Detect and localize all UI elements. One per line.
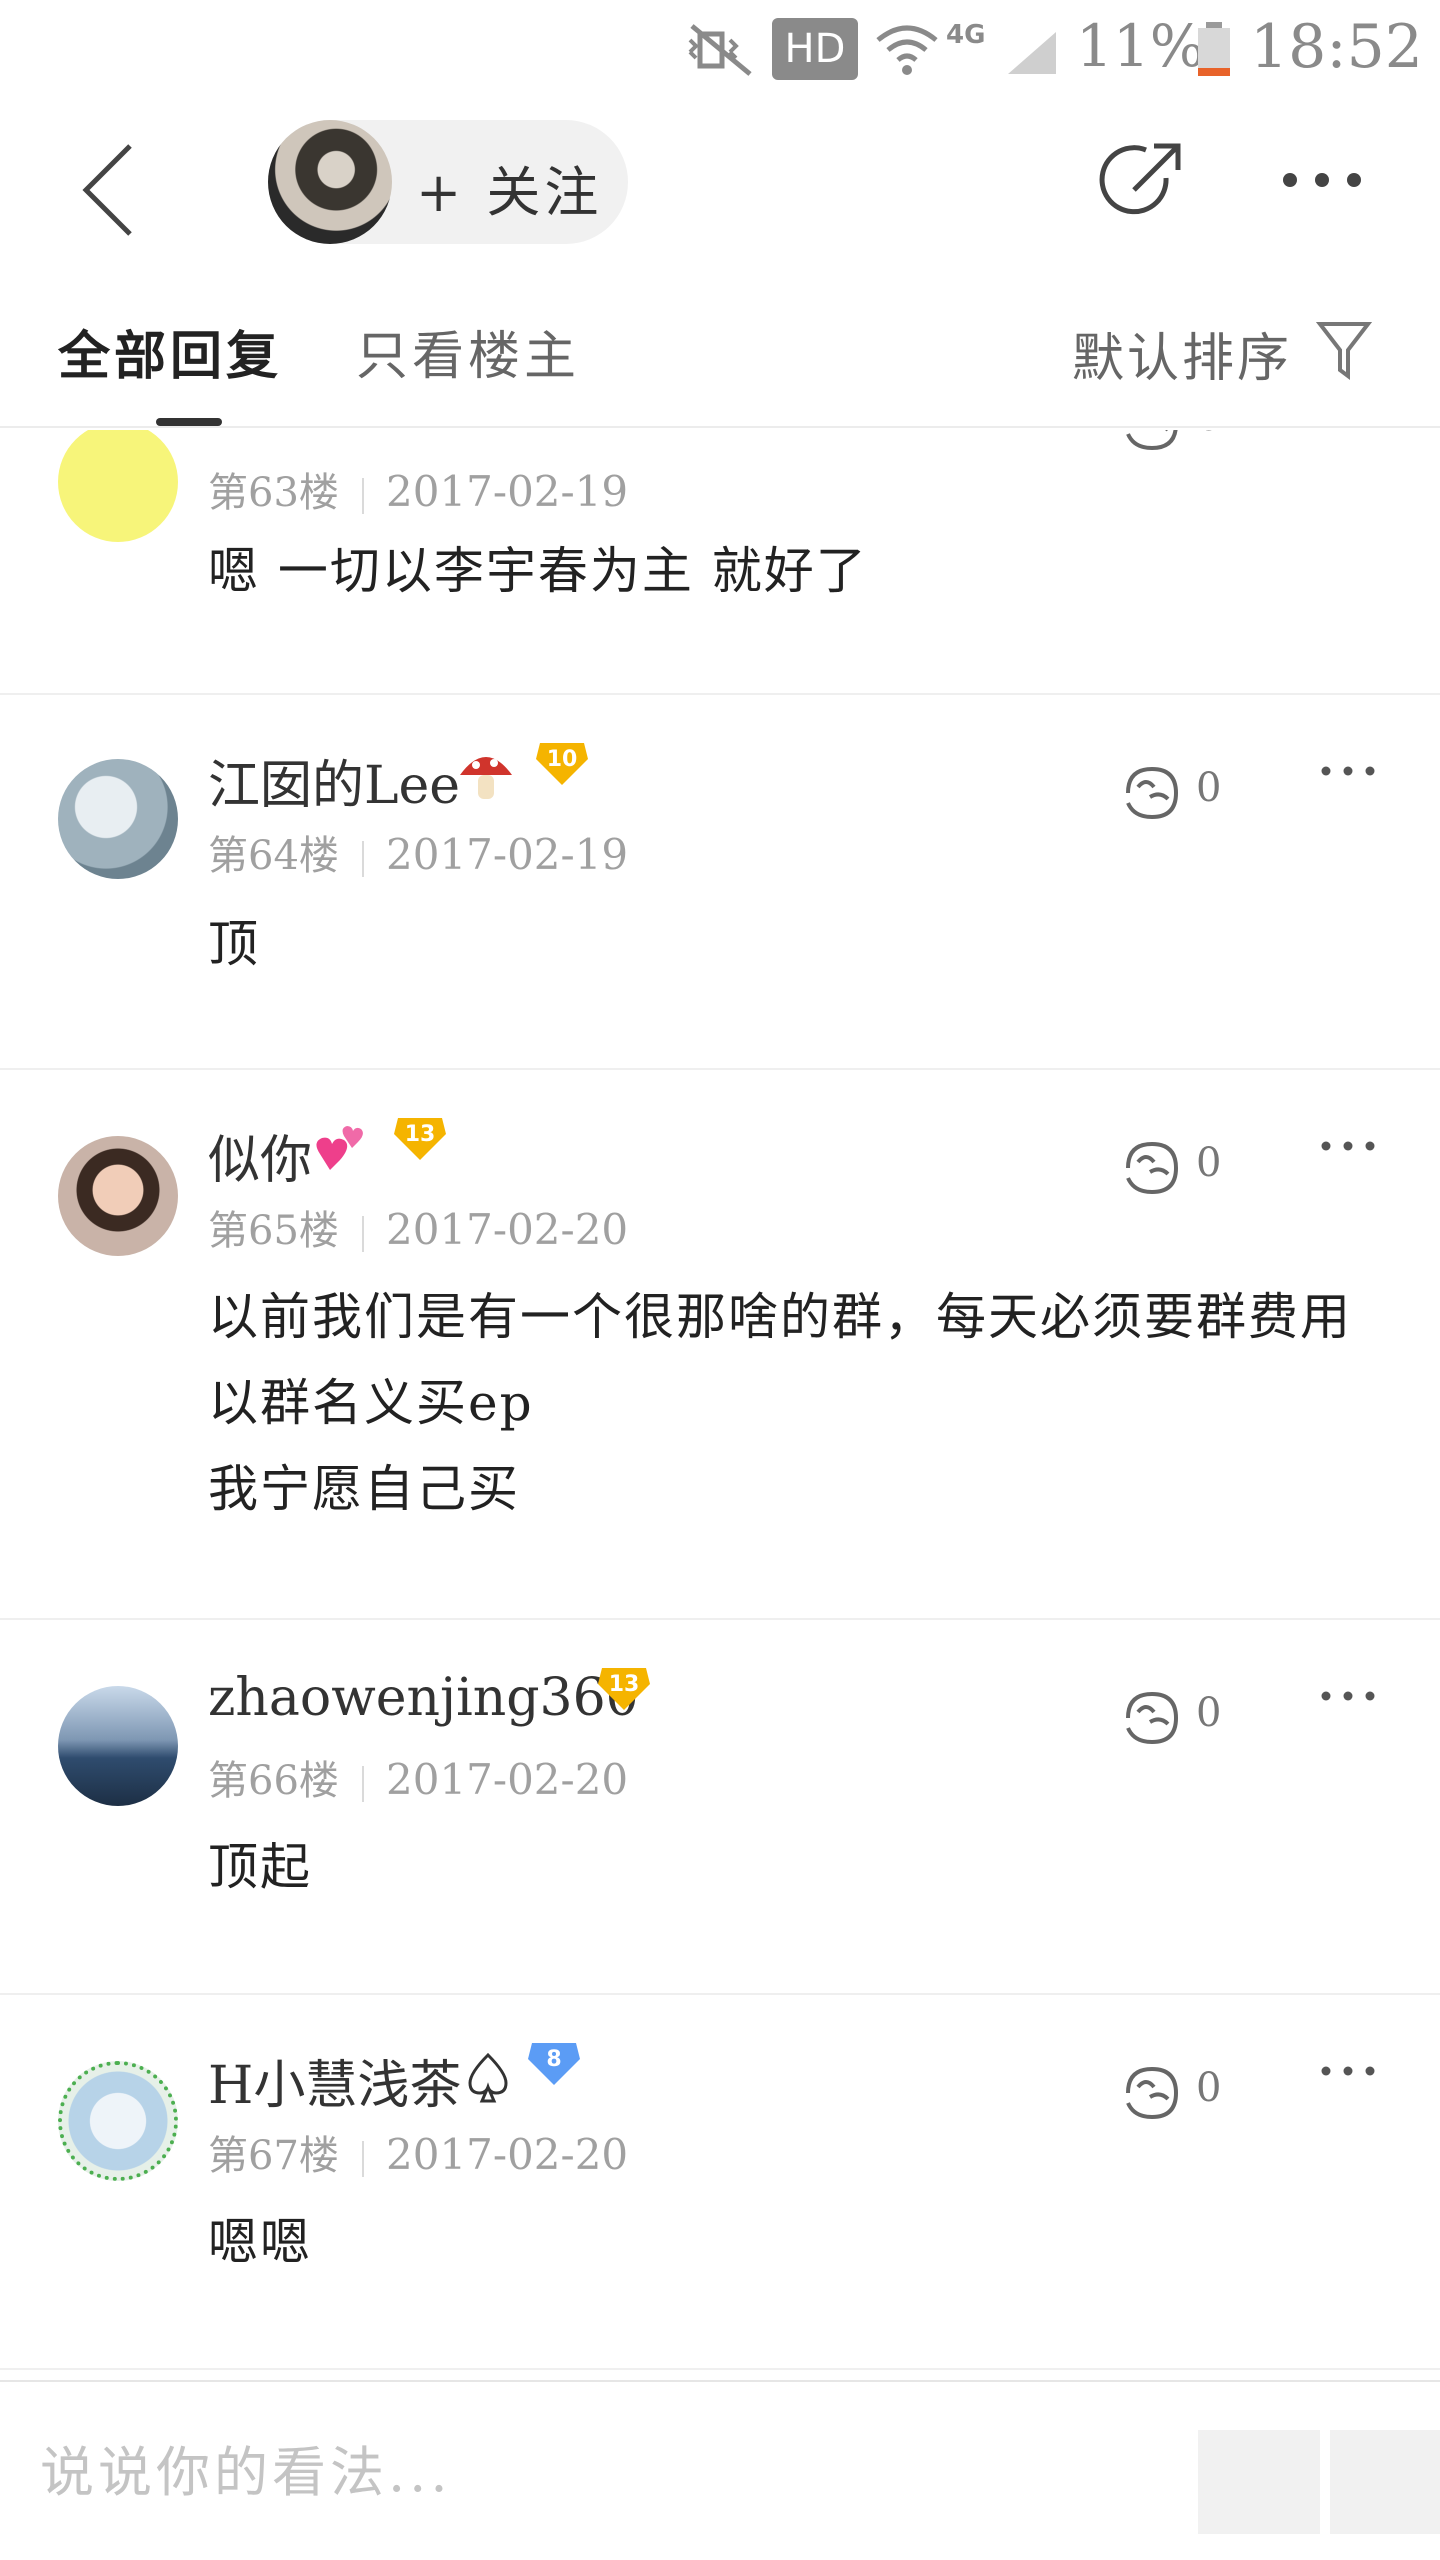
- user-avatar[interactable]: [58, 759, 178, 879]
- reply-content: 顶起: [208, 1824, 1388, 1910]
- level-badge: 8: [526, 2039, 582, 2089]
- reply-item: 0 第63楼 2017-02-19 嗯 一切以李宇春为主 就好了: [0, 430, 1440, 695]
- user-avatar[interactable]: [58, 1686, 178, 1806]
- battery-icon: [1198, 22, 1230, 76]
- tab-all-replies[interactable]: 全部回复: [58, 314, 282, 389]
- emoji-button[interactable]: [1198, 2430, 1320, 2534]
- like-icon[interactable]: [1120, 763, 1184, 823]
- author-avatar[interactable]: [268, 120, 392, 244]
- username[interactable]: 似你: [208, 1118, 312, 1193]
- like-icon[interactable]: [1120, 1138, 1184, 1198]
- reply-item: H小慧浅茶 8 0 第67楼 2017-02-20 嗯嗯: [0, 1995, 1440, 2370]
- like-count: 0: [1196, 2065, 1222, 2111]
- reply-meta: 第63楼 2017-02-19: [208, 460, 628, 518]
- content-line: 顶: [208, 915, 260, 973]
- username[interactable]: 江囡的Lee: [208, 743, 460, 818]
- reply-content: 嗯 一切以李宇春为主 就好了: [208, 528, 1388, 614]
- thread-header: + 关注: [0, 100, 1440, 270]
- like-count: 0: [1196, 1690, 1222, 1736]
- reply-meta: 第67楼 2017-02-20: [208, 2123, 628, 2181]
- reply-more-icon[interactable]: [1320, 761, 1376, 781]
- username[interactable]: zhaowenjing360: [208, 1668, 639, 1728]
- follow-button[interactable]: + 关注: [268, 120, 628, 244]
- tab-owner-only[interactable]: 只看楼主: [356, 314, 580, 389]
- back-arrow-icon[interactable]: [72, 140, 152, 240]
- reply-item: 似你 13 0 第65楼 2017-02-20 以前我们是有一个很那啥的群，每天必…: [0, 1070, 1440, 1620]
- reply-composer: [0, 2380, 1440, 2560]
- spade-icon: [468, 2052, 508, 2103]
- hearts-emoji-icon: [316, 1126, 363, 1170]
- level-badge: 10: [534, 739, 590, 789]
- filter-icon[interactable]: [1316, 320, 1372, 380]
- reply-date: 2017-02-19: [386, 467, 629, 516]
- like-icon[interactable]: [1120, 2063, 1184, 2123]
- share-icon[interactable]: [1096, 138, 1186, 228]
- like-icon[interactable]: [1120, 1688, 1184, 1748]
- like-count: 0: [1196, 430, 1221, 440]
- reply-date: 2017-02-20: [386, 1755, 629, 1804]
- content-line: 我宁愿自己买: [208, 1460, 520, 1518]
- content-line: 嗯 一切以李宇春为主 就好了: [208, 542, 868, 600]
- floor-number: 第63楼: [208, 470, 339, 516]
- like-count: 0: [1196, 1140, 1222, 1186]
- network-type: 4G: [946, 20, 986, 50]
- comment-input[interactable]: [40, 2412, 1170, 2532]
- content-line: 顶起: [208, 1838, 312, 1896]
- floor-number: 第66楼: [208, 1758, 339, 1804]
- content-line: 以前我们是有一个很那啥的群，每天必须要群费用: [208, 1288, 1352, 1346]
- hd-badge: HD: [772, 18, 858, 80]
- reply-date: 2017-02-20: [386, 1205, 629, 1254]
- clock: 18:52: [1250, 12, 1423, 82]
- sort-dropdown[interactable]: 默认排序: [1072, 316, 1292, 391]
- reply-content: 嗯嗯: [208, 2199, 1388, 2285]
- active-tab-indicator: [156, 418, 222, 426]
- user-avatar[interactable]: [58, 1136, 178, 1256]
- mute-vibrate-icon: [688, 24, 752, 76]
- level-badge: 13: [596, 1664, 652, 1714]
- mushroom-emoji-icon: [460, 757, 512, 799]
- reply-meta: 第64楼 2017-02-19: [208, 823, 628, 881]
- more-dots-icon[interactable]: [1280, 160, 1364, 200]
- reply-meta: 第66楼 2017-02-20: [208, 1748, 628, 1806]
- level-badge: 13: [392, 1114, 448, 1164]
- reply-date: 2017-02-20: [386, 2130, 629, 2179]
- follow-label: + 关注: [416, 161, 603, 224]
- signal-icon: [1008, 32, 1056, 74]
- reply-more-icon[interactable]: [1320, 1686, 1376, 1706]
- like-count: 0: [1196, 765, 1222, 811]
- user-avatar[interactable]: [58, 430, 178, 542]
- reply-meta: 第65楼 2017-02-20: [208, 1198, 628, 1256]
- battery-percent: 11%: [1076, 12, 1205, 80]
- reply-tabs: 全部回复 只看楼主 默认排序: [0, 300, 1440, 428]
- reply-more-icon[interactable]: [1320, 1136, 1376, 1156]
- send-button[interactable]: [1330, 2430, 1440, 2534]
- reply-item: zhaowenjing360 13 0 第66楼 2017-02-20 顶起: [0, 1620, 1440, 1995]
- status-bar: HD 4G 11% 18:52: [0, 0, 1440, 100]
- reply-list[interactable]: 0 第63楼 2017-02-19 嗯 一切以李宇春为主 就好了 江囡的Lee 1…: [0, 430, 1440, 2380]
- reply-date: 2017-02-19: [386, 830, 629, 879]
- reply-content: 以前我们是有一个很那啥的群，每天必须要群费用 以群名义买ep 我宁愿自己买: [208, 1274, 1388, 1532]
- reply-more-icon[interactable]: [1320, 2061, 1376, 2081]
- content-line: 嗯嗯: [208, 2213, 312, 2271]
- like-icon[interactable]: [1120, 430, 1184, 454]
- content-line: 以群名义买ep: [208, 1374, 534, 1432]
- floor-number: 第64楼: [208, 833, 339, 879]
- reply-content: 顶: [208, 901, 1388, 987]
- floor-number: 第65楼: [208, 1208, 339, 1254]
- username[interactable]: H小慧浅茶: [208, 2043, 461, 2118]
- reply-item: 江囡的Lee 10 0 第64楼 2017-02-19 顶: [0, 695, 1440, 1070]
- wifi-icon: [876, 25, 938, 75]
- floor-number: 第67楼: [208, 2133, 339, 2179]
- user-avatar[interactable]: [58, 2061, 178, 2181]
